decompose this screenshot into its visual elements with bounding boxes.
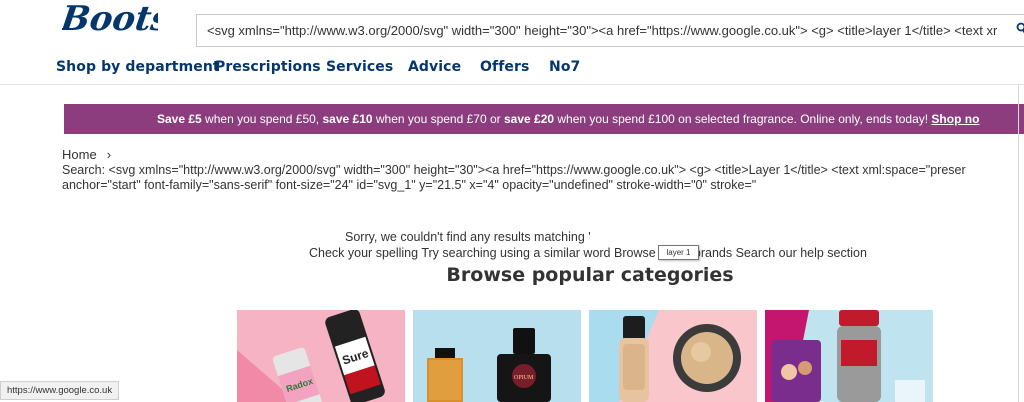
category-tile-vitamins[interactable] — [765, 310, 933, 402]
status-bar-url: https://www.google.co.uk — [0, 381, 120, 400]
category-tile-makeup[interactable] — [589, 310, 757, 402]
nav-divider — [0, 84, 1024, 85]
no-results-line-1: Sorry, we couldn't find any results matc… — [345, 230, 591, 244]
search-input[interactable] — [197, 15, 1024, 46]
breadcrumb-separator: › — [106, 147, 112, 162]
promo-bold-1: Save £5 — [157, 112, 202, 126]
logo-text: Boots — [62, 0, 158, 39]
promo-text-3: when you spend £100 on selected fragranc… — [554, 112, 932, 126]
category-tile-toiletries[interactable]: Radox Sure — [237, 310, 405, 402]
nav-services[interactable]: Services — [326, 59, 393, 75]
nav-offers[interactable]: Offers — [480, 59, 529, 75]
tooltip: layer 1 — [658, 245, 699, 260]
svg-text:OPIUM: OPIUM — [514, 375, 534, 381]
promo-shop-link[interactable]: Shop no — [931, 112, 979, 126]
category-image-deodorants: Radox Sure — [237, 310, 405, 402]
breadcrumb: Home › — [62, 147, 111, 162]
promo-text-2: when you spend £70 or — [372, 112, 504, 126]
promo-bold-2: save £10 — [322, 112, 373, 126]
search-query-echo: Search: <svg xmlns="http://www.w3.org/20… — [62, 163, 1024, 193]
search-field[interactable] — [196, 14, 1024, 47]
breadcrumb-home[interactable]: Home — [62, 147, 97, 162]
search-echo-line-1: Search: <svg xmlns="http://www.w3.org/20… — [62, 163, 966, 177]
promo-banner: Save £5 when you spend £50, save £10 whe… — [64, 104, 1024, 134]
category-tile-fragrance[interactable]: OPIUM — [413, 310, 581, 402]
nav-shop-by-department[interactable]: Shop by department — [56, 59, 220, 75]
browse-title: Browse popular categories — [446, 264, 734, 286]
no-results-line-2: Check your spelling Try searching using … — [309, 246, 867, 260]
category-image-vitamins — [765, 310, 933, 402]
scrollbar-edge[interactable] — [1018, 84, 1019, 402]
category-image-fragrance: OPIUM — [413, 310, 581, 402]
nav-advice[interactable]: Advice — [408, 59, 461, 75]
nav-no7[interactable]: No7 — [549, 59, 580, 75]
promo-text-1: when you spend £50, — [201, 112, 323, 126]
category-image-makeup — [589, 310, 757, 402]
search-icon[interactable] — [1016, 22, 1024, 36]
promo-bold-3: save £20 — [503, 112, 555, 126]
main-nav: Shop by department Prescriptions Service… — [0, 56, 1024, 80]
nav-prescriptions[interactable]: Prescriptions — [215, 59, 321, 75]
search-echo-line-2: anchor="start" font-family="sans-serif" … — [62, 178, 757, 192]
boots-logo[interactable]: Boots — [62, 0, 158, 44]
